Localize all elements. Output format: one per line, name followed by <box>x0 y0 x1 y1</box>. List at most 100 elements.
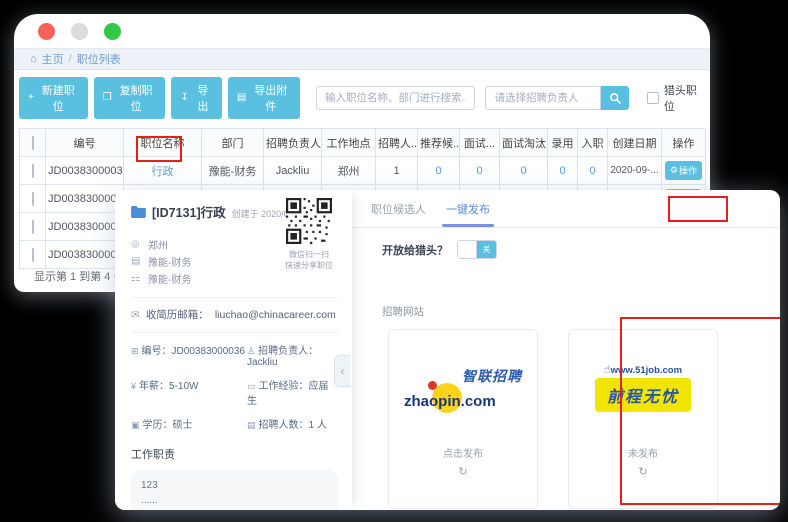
minimize-dot[interactable] <box>71 23 88 40</box>
recommend-count-link[interactable]: 0 <box>435 165 441 177</box>
site-card-51job[interactable]: ☝www.51job.com 前程无忧 未发布 ↻ <box>568 329 718 509</box>
position-id: JD00383000019 <box>48 249 124 261</box>
row-actions-button[interactable]: ⚙操作 <box>665 161 702 180</box>
table-header-row: 编号 职位名称 部门 招聘负责人 工作地点 招聘人... 推荐候... 面试..… <box>20 129 706 157</box>
org-icon: ⚏ <box>131 273 142 284</box>
col-header-eliminated: 面试淘汰 <box>500 129 548 157</box>
export-button[interactable]: ↧ 导出 <box>171 77 221 119</box>
refresh-icon[interactable]: ↻ <box>638 465 647 478</box>
copy-icon: ❐ <box>103 93 112 103</box>
department-cell: 豫能-财务 <box>209 166 257 178</box>
position-id: JD00383000035 <box>48 193 124 205</box>
detail-location: 郑州 <box>148 237 168 252</box>
new-position-button[interactable]: + 新建职位 <box>19 77 88 119</box>
education-icon: ▣ <box>131 420 140 430</box>
col-header-headcount: 招聘人... <box>376 129 418 157</box>
detail-org: 豫能-财务 <box>148 271 191 286</box>
plus-icon: + <box>28 93 34 103</box>
51job-publish-status: 未发布 <box>628 445 658 460</box>
onboard-count-link[interactable]: 0 <box>589 165 595 177</box>
hired-count-link[interactable]: 0 <box>559 165 565 177</box>
created-date: 2020-09-... <box>610 165 658 176</box>
folder-icon <box>131 206 146 218</box>
position-detail-modal: [ID7131]行政 创建于 2020/09 <box>115 190 780 510</box>
select-all-checkbox[interactable] <box>32 136 34 150</box>
copy-position-button[interactable]: ❐ 复制职位 <box>94 77 166 119</box>
collapse-chevron-icon: ‹ <box>341 364 345 378</box>
breadcrumb-current: 职位列表 <box>77 51 121 67</box>
breadcrumb: ⌂ 主页 / 职位列表 <box>14 48 710 70</box>
home-icon: ⌂ <box>30 53 37 65</box>
breadcrumb-separator: / <box>69 53 72 65</box>
resume-email-label: 收简历邮箱： <box>146 307 209 322</box>
salary-icon: ¥ <box>131 381 136 391</box>
location-pin-icon: ◎ <box>131 239 142 250</box>
col-header-created: 创建日期 <box>608 129 662 157</box>
zhaopin-red-dot-icon <box>428 381 437 390</box>
mail-icon: ✉ <box>131 309 140 321</box>
col-header-location: 工作地点 <box>322 129 376 157</box>
duties-section-title: 工作职责 <box>131 446 338 462</box>
search-icon <box>609 92 622 105</box>
headhunter-toggle-label: 开放给猎头？ <box>382 242 448 258</box>
col-header-actions: 操作 <box>662 129 706 157</box>
field-experience: ▭工作经验：应届生 <box>247 377 338 407</box>
people-count-icon: ▤ <box>247 420 256 430</box>
duties-content-card: 123 ...... » <box>131 470 338 510</box>
row-checkbox[interactable] <box>32 164 34 178</box>
row-checkbox[interactable] <box>32 192 34 206</box>
window-titlebar <box>14 14 710 48</box>
close-dot[interactable] <box>38 23 55 40</box>
maximize-dot[interactable] <box>104 23 121 40</box>
id-badge-icon: ⊞ <box>131 346 139 356</box>
search-button[interactable] <box>601 86 629 110</box>
export-attachments-button[interactable]: ▤ 导出附件 <box>228 77 300 119</box>
person-icon: ♙ <box>247 346 255 356</box>
qr-caption-line2: 快速分享职位 <box>278 260 340 271</box>
modal-tabs: 职位候选人 一键发布 <box>352 190 780 228</box>
field-id: ⊞编号：JD00383000036 <box>131 342 247 368</box>
hand-pointer-icon: ☝ <box>604 364 611 376</box>
qr-code <box>286 198 332 244</box>
headhunter-checkbox[interactable] <box>647 92 658 104</box>
gear-icon: ⚙ <box>670 165 678 176</box>
resume-email-value: liuchao@chinacareer.com <box>215 309 336 321</box>
recruiter-select-input[interactable] <box>485 86 601 110</box>
col-header-onboard: 入职 <box>578 129 608 157</box>
breadcrumb-home-link[interactable]: 主页 <box>42 51 64 67</box>
position-search-input[interactable] <box>316 86 475 110</box>
recruiter-cell: Jackliu <box>276 165 310 177</box>
tab-candidates[interactable]: 职位候选人 <box>369 190 428 228</box>
export-icon: ↧ <box>180 93 188 103</box>
position-name-link[interactable]: 行政 <box>152 166 174 178</box>
toggle-knob <box>458 241 477 258</box>
site-card-zhaopin[interactable]: 智联招聘 zhaopin.com 点击发布 ↻ <box>388 329 538 509</box>
headcount-cell: 1 <box>393 165 399 177</box>
eliminated-count-link[interactable]: 0 <box>520 165 526 177</box>
qr-caption-line1: 微信扫一扫 <box>278 249 340 260</box>
toolbar: + 新建职位 ❐ 复制职位 ↧ 导出 ▤ 导出附件 猎头职 <box>14 70 710 119</box>
zhaopin-publish-status: 点击发布 <box>443 445 483 460</box>
toggle-off-state: 关 <box>477 241 496 258</box>
row-checkbox[interactable] <box>32 220 34 234</box>
recruiting-sites-title: 招聘网站 <box>382 304 780 319</box>
position-title: [ID7131]行政 <box>152 202 226 221</box>
refresh-icon[interactable]: ↻ <box>458 465 467 478</box>
field-education: ▣学历：硕士 <box>131 416 247 431</box>
zhaopin-cn-text: 智联招聘 <box>462 366 522 386</box>
tab-one-click-publish[interactable]: 一键发布 <box>444 190 492 228</box>
field-recruiter: ♙招聘负责人：Jackliu <box>247 342 338 368</box>
divider <box>131 297 338 298</box>
department-icon: ▤ <box>131 256 142 267</box>
table-row: JD00383000036 行政 豫能-财务 Jackliu 郑州 1 0 0 … <box>20 157 706 185</box>
zhaopin-logo: 智联招聘 zhaopin.com <box>404 366 522 410</box>
field-headcount: ▤招聘人数：1 人 <box>247 416 338 431</box>
duties-line2: ...... <box>141 493 328 508</box>
field-salary: ¥年薪：5-10W <box>131 377 247 407</box>
row-checkbox[interactable] <box>32 248 34 262</box>
share-qr-block: 微信扫一扫 快速分享职位 <box>278 198 340 271</box>
51job-cn-text: 前程无忧 <box>595 378 691 412</box>
collapse-panel-handle[interactable]: ‹ <box>334 355 350 387</box>
headhunter-toggle[interactable]: 关 <box>457 240 497 259</box>
interview-count-link[interactable]: 0 <box>476 165 482 177</box>
